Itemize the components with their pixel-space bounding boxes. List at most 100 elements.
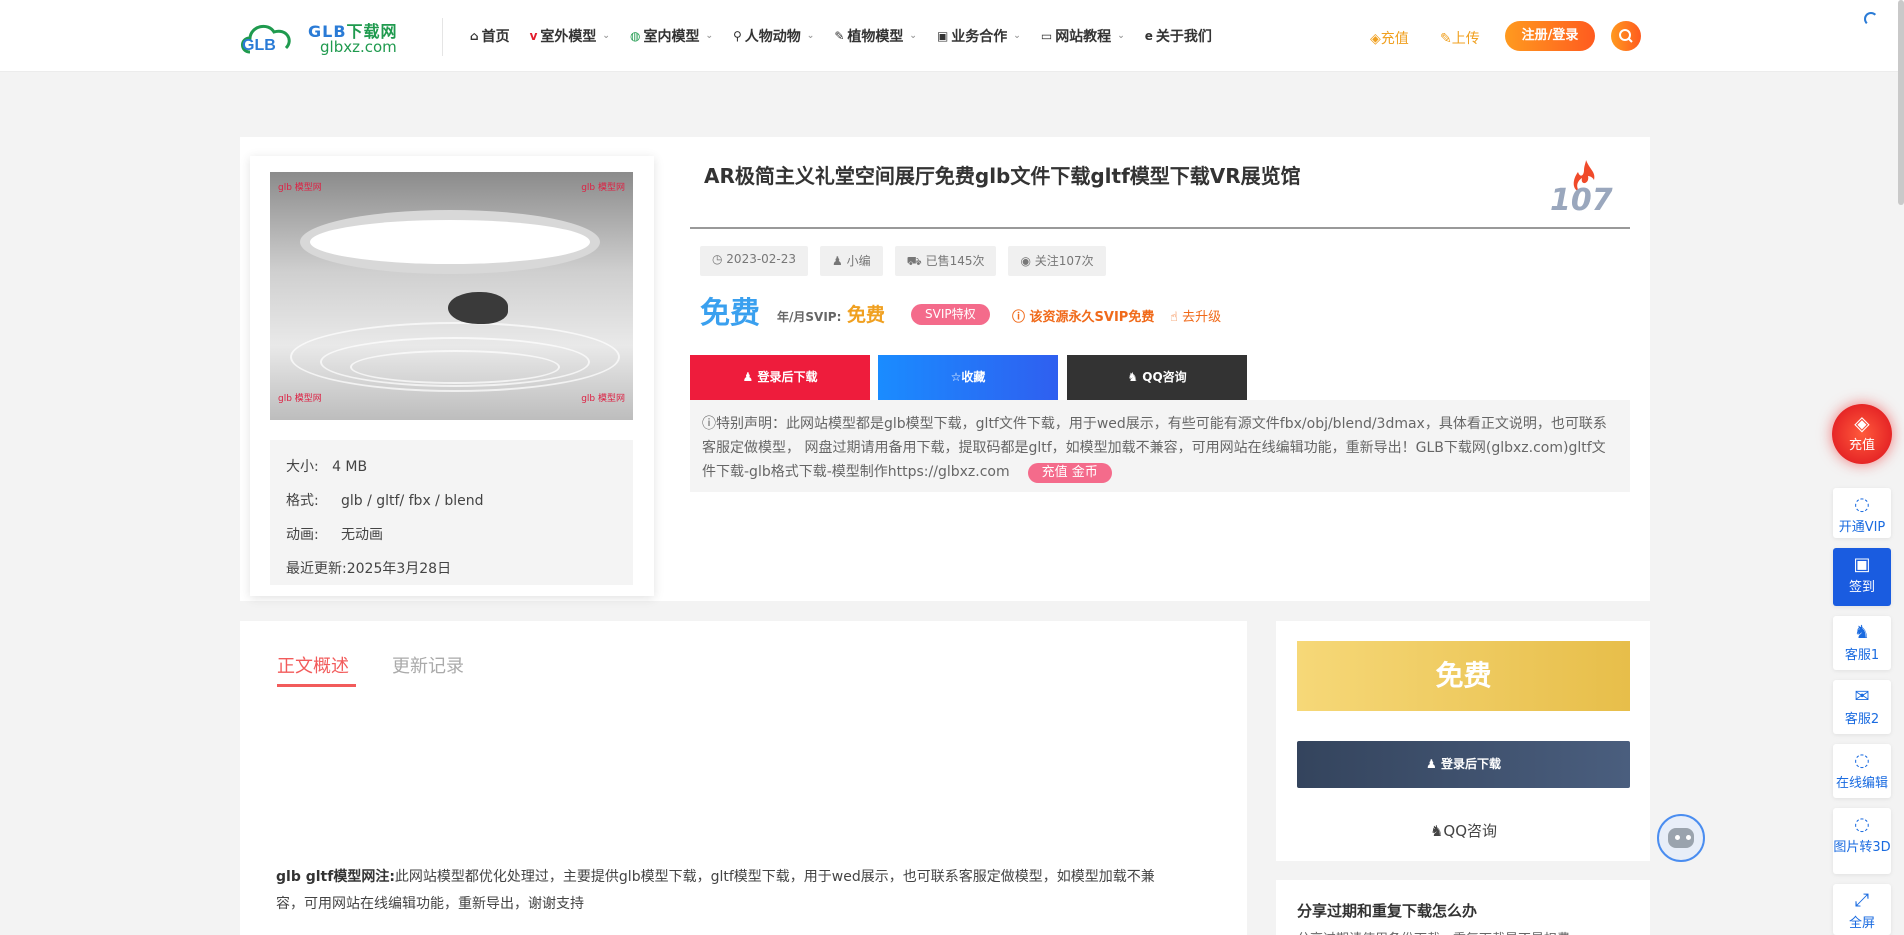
meta-follows: ◉ 关注107次 [1008, 246, 1106, 276]
upgrade-text: 去升级 [1182, 310, 1222, 325]
side-vip[interactable]: ◌ 开通VIP [1833, 488, 1891, 538]
product-specs: 大小: 4 MB 格式: glb / gltf/ fbx / blend 动画:… [270, 440, 633, 585]
favorite-button[interactable]: ☆收藏 [878, 355, 1058, 400]
chevron-down-icon: ⌄ [705, 31, 713, 41]
meta-author-text: 小编 [846, 254, 871, 268]
active-tab-underline [277, 684, 356, 687]
spec-value: 2025年3月28日 [346, 561, 452, 577]
nav-label: 网站教程 [1055, 29, 1112, 45]
page-scrollbar[interactable] [1898, 0, 1904, 205]
nav-item-business[interactable]: ▣ 业务合作 ⌄ [937, 26, 1021, 46]
monitor-icon: ▭ [1040, 29, 1053, 43]
svip-badge[interactable]: SVIP特权 [911, 304, 990, 325]
product-price: 免费 [700, 296, 760, 331]
side-online-edit[interactable]: ◌ 在线编辑 [1833, 744, 1891, 798]
product-title: AR极简主义礼堂空间展厅免费glb文件下载gltf模型下载VR展览馆 [704, 164, 1301, 188]
diamond-icon: ◈ [1854, 411, 1870, 435]
side-label: 全屏 [1848, 916, 1875, 931]
nav-item-people-animals[interactable]: ⚲ 人物动物 ⌄ [733, 26, 814, 46]
article-text: 此网站模型都优化处理过，主要提供glb模型下载，gltf模型下载，用于wed展示… [276, 869, 1155, 912]
sidebar-download-button[interactable]: ♟ 登录后下载 [1297, 741, 1630, 788]
site-logo[interactable]: GLB GLB下载网 glbxz.com [238, 16, 408, 58]
side-image-to-3d[interactable]: ◌ 图片转3D [1833, 808, 1891, 874]
spec-row-updated: 最近更新:2025年3月28日 [286, 552, 617, 586]
upload-link[interactable]: ✎上传 [1440, 28, 1480, 48]
nav-item-home[interactable]: ⌂ 首页 [470, 26, 510, 46]
side-checkin[interactable]: ▣ 签到 [1833, 548, 1891, 606]
recharge-link[interactable]: ◈充值 [1370, 28, 1409, 48]
meta-date-text: 2023-02-23 [726, 252, 797, 266]
search-icon [1619, 29, 1633, 43]
spec-row-animation: 动画: 无动画 [286, 518, 617, 552]
clock-icon: ◷ [712, 252, 727, 266]
building-icon: ◍ [629, 29, 641, 43]
nav-item-plants[interactable]: ✎ 植物模型 ⌄ [834, 26, 917, 46]
sidebar-qq-link[interactable]: ♞QQ咨询 [1297, 820, 1630, 841]
side-fullscreen[interactable]: ⤢ 全屏 [1833, 884, 1891, 935]
chevron-down-icon: ⌄ [909, 31, 917, 41]
spec-label: 最近更新: [286, 561, 347, 577]
tab-changelog[interactable]: 更新记录 [392, 652, 464, 678]
star-icon: ☆ [950, 370, 962, 384]
nav-label: 植物模型 [847, 29, 904, 45]
nav-item-outdoor[interactable]: v 室外模型 ⌄ [530, 26, 610, 46]
side-label: 客服2 [1844, 712, 1880, 727]
logo-subtitle: glbxz.com [320, 38, 397, 56]
search-button[interactable] [1611, 21, 1641, 51]
qq-consult-button[interactable]: ♞ QQ咨询 [1067, 355, 1247, 400]
ceiling-skylight [310, 220, 590, 264]
nav-item-tutorials[interactable]: ▭ 网站教程 ⌄ [1041, 26, 1125, 46]
tab-overview[interactable]: 正文概述 [277, 652, 349, 678]
spec-label: 格式: [286, 493, 319, 509]
nav-item-indoor[interactable]: ◍ 室内模型 ⌄ [630, 26, 713, 46]
favorite-label: 收藏 [961, 370, 986, 384]
product-meta: ◷ 2023-02-23 ♟ 小编 ⛟ 已售145次 ◉ 关注107次 [700, 246, 1106, 276]
qq-icon: ♞ [1853, 622, 1871, 643]
recharge-fab[interactable]: ◈ 充值 [1832, 404, 1892, 464]
upgrade-link[interactable]: ☝ 去升级 [1170, 306, 1221, 325]
qq-icon: ♞ [1127, 370, 1143, 384]
svip-label: 年/月SVIP: [777, 310, 842, 324]
side-service-1[interactable]: ♞ 客服1 [1833, 616, 1891, 670]
spec-value: 无动画 [340, 527, 383, 543]
bicycle-icon: ⚲ [733, 29, 742, 43]
side-label: 开通VIP [1838, 520, 1886, 535]
fullscreen-icon: ⤢ [1854, 890, 1870, 911]
chevron-down-icon: ⌄ [1117, 31, 1125, 41]
calendar-check-icon: ▣ [1853, 554, 1871, 575]
rock-sculpture [448, 292, 508, 324]
nav-item-about[interactable]: e 关于我们 [1145, 26, 1212, 46]
upload-label: 上传 [1451, 31, 1480, 47]
home-icon: ⌂ [470, 29, 479, 43]
hot-count: 107 [1550, 183, 1613, 218]
spec-value: 4 MB [332, 459, 368, 475]
faq-title: 分享过期和重复下载怎么办 [1297, 902, 1478, 920]
permanent-svip-note: ⓘ 该资源永久SVIP免费 [1012, 306, 1154, 325]
spec-label: 大小: [286, 459, 319, 475]
side-service-2[interactable]: ✉ 客服2 [1833, 680, 1891, 734]
recharge-label: 充值 [1380, 31, 1409, 47]
loading-spinner-icon [1864, 12, 1878, 26]
nav-label: 首页 [481, 29, 510, 45]
download-button[interactable]: ♟ 登录后下载 [690, 355, 870, 400]
diamond-icon: ◈ [1370, 31, 1381, 47]
bulb-icon: ◌ [1854, 494, 1870, 515]
sidebar-price: 免费 [1297, 641, 1630, 711]
svip-price: 免费 [847, 304, 886, 326]
product-thumbnail[interactable]: glb 模型网 glb 模型网 glb 模型网 glb 模型网 [270, 172, 633, 420]
side-label: 签到 [1848, 580, 1875, 595]
robot-eye [1675, 835, 1680, 840]
meta-sold-text: 已售145次 [925, 254, 985, 268]
login-register-button[interactable]: 注册/登录 [1505, 21, 1595, 51]
chat-robot-button[interactable] [1657, 814, 1705, 862]
article-lead: glb gltf模型网注: [276, 869, 395, 885]
recharge-coins-tag[interactable]: 充值 金币 [1027, 463, 1112, 483]
meta-author[interactable]: ♟ 小编 [820, 246, 883, 276]
info-icon: ⓘ [702, 416, 716, 432]
chevron-down-icon: ⌄ [602, 31, 610, 41]
spec-row-size: 大小: 4 MB [286, 450, 617, 484]
ie-icon: e [1144, 29, 1153, 43]
special-notice: ⓘ特别声明：此网站模型都是glb模型下载，gltf文件下载，用于wed展示，有些… [690, 400, 1630, 492]
bulb-icon: ◌ [1854, 814, 1870, 835]
nav-label: 关于我们 [1155, 29, 1212, 45]
